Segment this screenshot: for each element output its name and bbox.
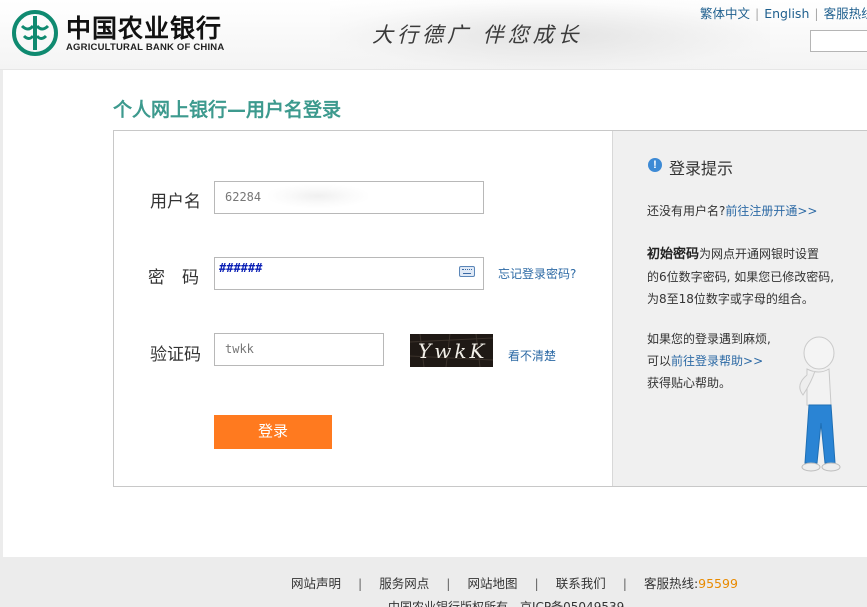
service-outlets-link[interactable]: 服务网点 — [379, 576, 429, 591]
keyboard-icon[interactable] — [459, 266, 475, 277]
no-username-text: 还没有用户名? — [647, 204, 726, 218]
site-statement-link[interactable]: 网站声明 — [291, 576, 341, 591]
initial-password-line3: 为8至18位数字或字母的组合。 — [647, 292, 814, 306]
initial-password-bold: 初始密码 — [647, 247, 700, 262]
captcha-image[interactable]: YwkK — [410, 334, 493, 367]
bank-name-cn: 中国农业银行 — [66, 14, 223, 43]
forgot-password-link[interactable]: 忘记登录密码? — [498, 265, 576, 282]
trouble-line3: 获得贴心帮助。 — [647, 376, 732, 390]
username-redaction-blur — [268, 184, 368, 208]
captcha-image-text: YwkK — [418, 339, 487, 363]
copyright: 中国农业银行版权所有 京ICP备05049539 — [388, 600, 625, 607]
separator: | — [622, 576, 627, 591]
contact-us-link[interactable]: 联系我们 — [556, 576, 606, 591]
separator: | — [755, 6, 760, 21]
username-value: 62284 — [225, 190, 262, 204]
hotline-label: 客服热线: — [643, 576, 699, 591]
captcha-input[interactable]: twkk — [214, 333, 384, 366]
password-label: 密 码 — [148, 268, 199, 288]
separator: | — [358, 576, 363, 591]
initial-password-line2: 的6位数字密码, 如果您已修改密码, — [647, 270, 835, 284]
slogan: 大行德广 伴您成长 — [372, 23, 583, 47]
register-link[interactable]: 前往注册开通>> — [725, 204, 817, 218]
password-value: ###### — [219, 261, 263, 275]
page-title: 个人网上银行—用户名登录 — [113, 99, 342, 121]
abc-logo-icon[interactable] — [12, 10, 58, 56]
top-links: 繁体中文 | English | 客服热线 — [700, 3, 867, 22]
info-icon: ! — [648, 158, 662, 172]
hotline-number: 95599 — [698, 576, 738, 591]
header: 中国农业银行 AGRICULTURAL BANK OF CHINA 大行德广 伴… — [0, 0, 867, 70]
traditional-chinese-link[interactable]: 繁体中文 — [700, 6, 750, 21]
captcha-label: 验证码 — [150, 345, 201, 365]
tips-title: 登录提示 — [669, 159, 734, 178]
captcha-refresh-link[interactable]: 看不清楚 — [508, 347, 556, 364]
trouble-line1: 如果您的登录遇到麻烦, — [647, 332, 771, 346]
bank-name-en: AGRICULTURAL BANK OF CHINA — [66, 42, 225, 53]
tip-initial-password: 初始密码为网点开通网银时设置 的6位数字密码, 如果您已修改密码, 为8至18位… — [647, 243, 834, 310]
separator: | — [534, 576, 539, 591]
login-button[interactable]: 登录 — [214, 415, 332, 449]
username-label: 用户名 — [150, 192, 201, 212]
top-search-input[interactable] — [810, 30, 867, 52]
password-input[interactable]: ###### — [214, 257, 484, 290]
trouble-line2-prefix: 可以 — [647, 354, 672, 368]
tip-register: 还没有用户名?前往注册开通>> — [647, 200, 818, 222]
separator: | — [814, 6, 819, 21]
thinking-figure-icon — [799, 336, 841, 472]
hotline-link[interactable]: 客服热线 — [824, 6, 867, 21]
separator: | — [446, 576, 451, 591]
english-link[interactable]: English — [764, 6, 809, 21]
initial-password-line1: 为网点开通网银时设置 — [699, 247, 820, 261]
footer-links: 网站声明 | 服务网点 | 网站地图 | 联系我们 | 客服热线:95599 — [291, 573, 738, 592]
captcha-value: twkk — [225, 342, 254, 356]
tip-trouble: 如果您的登录遇到麻烦, 可以前往登录帮助>> 获得贴心帮助。 — [647, 328, 771, 394]
site-map-link[interactable]: 网站地图 — [467, 576, 517, 591]
help-link[interactable]: 前往登录帮助>> — [671, 354, 763, 368]
